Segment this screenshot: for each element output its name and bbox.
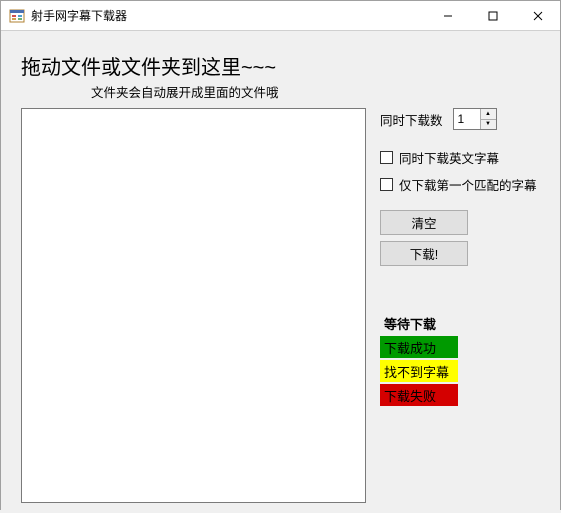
- legend-notfound: 找不到字幕: [380, 360, 458, 382]
- body-row: 同时下载数 1 ▲ ▼ 同时下载英文字幕 仅下载第一个匹配的字幕: [21, 108, 542, 503]
- legend-waiting: 等待下载: [380, 312, 458, 334]
- buttons-group: 清空 下载!: [380, 210, 542, 272]
- concurrent-numeric-updown[interactable]: 1 ▲ ▼: [453, 108, 497, 130]
- main-heading: 拖动文件或文件夹到这里~~~: [21, 57, 276, 79]
- numeric-up-button[interactable]: ▲: [481, 109, 496, 120]
- legend-failed: 下载失败: [380, 384, 458, 406]
- checkbox-box-icon: [380, 151, 393, 164]
- titlebar: 射手网字幕下载器: [1, 1, 560, 31]
- app-window: 射手网字幕下载器 拖动文件或文件夹到这里~~~ 文件夹会自动展开成里面的文件哦 …: [0, 0, 561, 510]
- close-button[interactable]: [515, 1, 560, 30]
- checkbox-english-label: 同时下载英文字幕: [399, 148, 499, 167]
- client-area: 拖动文件或文件夹到这里~~~ 文件夹会自动展开成里面的文件哦 同时下载数 1 ▲…: [1, 31, 560, 513]
- checkbox-first-label: 仅下载第一个匹配的字幕: [399, 175, 537, 194]
- clear-button[interactable]: 清空: [380, 210, 468, 235]
- checkbox-english-subs[interactable]: 同时下载英文字幕: [380, 148, 542, 167]
- side-panel: 同时下载数 1 ▲ ▼ 同时下载英文字幕 仅下载第一个匹配的字幕: [380, 108, 542, 503]
- app-icon: [9, 8, 25, 24]
- concurrent-row: 同时下载数 1 ▲ ▼: [380, 108, 542, 130]
- legend-success: 下载成功: [380, 336, 458, 358]
- file-drop-listbox[interactable]: [21, 108, 366, 503]
- sub-heading-row: 文件夹会自动展开成里面的文件哦: [21, 82, 542, 102]
- heading-row: 拖动文件或文件夹到这里~~~: [21, 51, 542, 80]
- sub-heading: 文件夹会自动展开成里面的文件哦: [91, 86, 279, 100]
- numeric-down-button[interactable]: ▼: [481, 120, 496, 130]
- numeric-arrows: ▲ ▼: [480, 109, 496, 129]
- status-legend: 等待下载 下载成功 找不到字幕 下载失败: [380, 312, 542, 408]
- window-controls: [425, 1, 560, 30]
- maximize-button[interactable]: [470, 1, 515, 30]
- checkbox-box-icon: [380, 178, 393, 191]
- checkbox-first-match[interactable]: 仅下载第一个匹配的字幕: [380, 175, 542, 194]
- download-button[interactable]: 下载!: [380, 241, 468, 266]
- concurrent-value: 1: [454, 109, 480, 129]
- window-title: 射手网字幕下载器: [31, 7, 425, 24]
- concurrent-label: 同时下载数: [380, 110, 443, 129]
- minimize-button[interactable]: [425, 1, 470, 30]
